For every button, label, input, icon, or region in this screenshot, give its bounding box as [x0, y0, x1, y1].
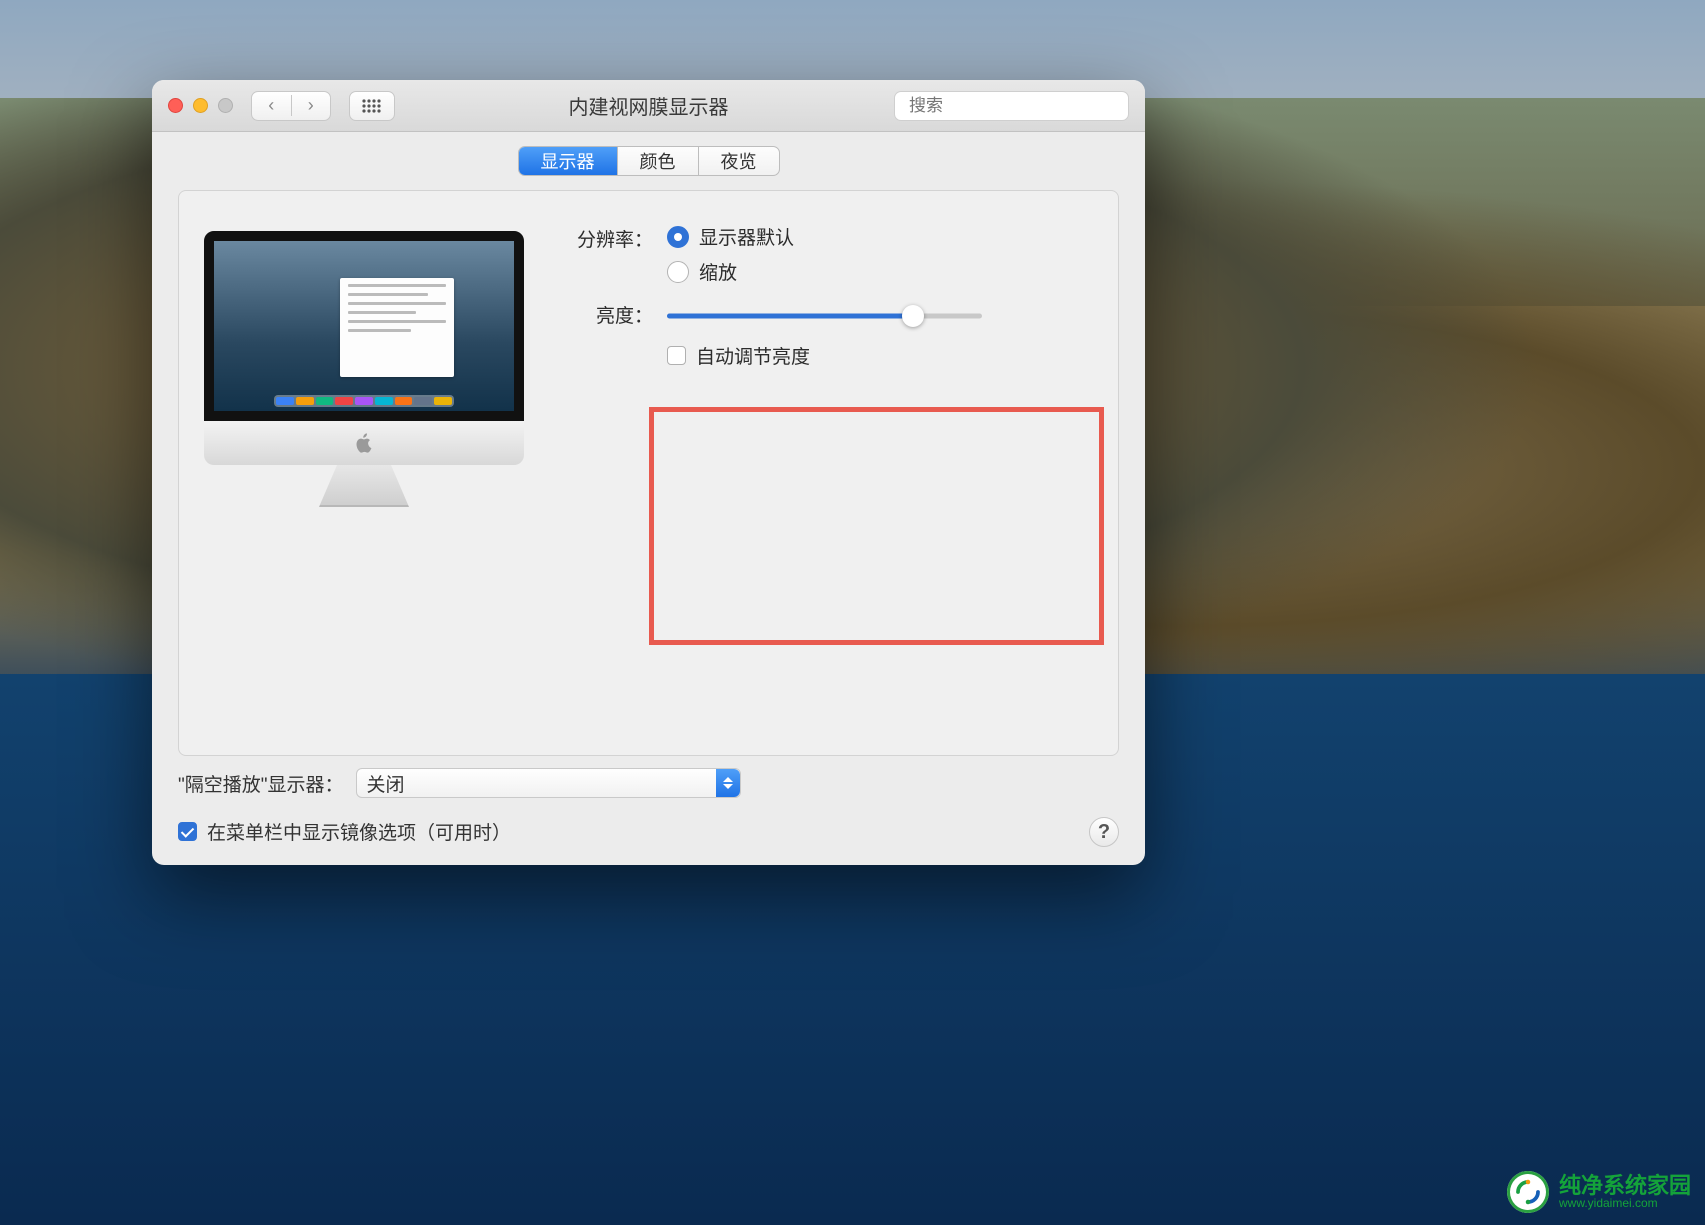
search-field[interactable] — [894, 91, 1129, 121]
checkbox-icon — [667, 346, 686, 365]
checkbox-icon — [178, 822, 197, 841]
watermark-logo-icon — [1507, 1171, 1549, 1213]
forward-button[interactable]: › — [291, 95, 331, 116]
tab-bar: 显示器 颜色 夜览 — [518, 146, 780, 176]
airplay-label: "隔空播放"显示器： — [178, 770, 344, 797]
search-input[interactable] — [909, 96, 1130, 116]
tab-night-shift[interactable]: 夜览 — [698, 147, 779, 175]
tab-display[interactable]: 显示器 — [519, 147, 617, 175]
brightness-label: 亮度： — [569, 299, 667, 328]
resolution-scaled-radio[interactable]: 缩放 — [667, 258, 794, 285]
watermark-name: 纯净系统家园 — [1559, 1175, 1691, 1197]
resolution-default-radio[interactable]: 显示器默认 — [667, 223, 794, 250]
show-all-button[interactable] — [349, 91, 395, 121]
zoom-button — [218, 98, 233, 113]
monitor-preview — [199, 231, 529, 735]
checkbox-label: 在菜单栏中显示镜像选项（可用时） — [207, 818, 511, 845]
help-icon: ? — [1098, 821, 1110, 844]
show-mirror-options-checkbox[interactable]: 在菜单栏中显示镜像选项（可用时） — [178, 818, 511, 845]
minimize-button[interactable] — [193, 98, 208, 113]
bottom-area: "隔空播放"显示器： 关闭 在菜单栏中显示镜像选项（可用时） — [152, 756, 1145, 865]
radio-label: 显示器默认 — [699, 223, 794, 250]
slider-thumb-icon[interactable] — [902, 305, 924, 327]
radio-dot-icon — [667, 261, 689, 283]
window-controls — [168, 98, 233, 113]
brightness-slider[interactable] — [667, 306, 982, 326]
radio-dot-icon — [667, 226, 689, 248]
stepper-arrows-icon — [716, 769, 740, 797]
radio-label: 缩放 — [699, 258, 737, 285]
back-button[interactable]: ‹ — [252, 95, 291, 116]
select-value: 关闭 — [367, 770, 405, 797]
watermark: 纯净系统家园 www.yidaimei.com — [1507, 1171, 1691, 1213]
help-button[interactable]: ? — [1089, 817, 1119, 847]
dock-preview-icon — [274, 395, 454, 407]
grid-icon — [362, 99, 382, 113]
apple-logo-icon — [353, 432, 375, 454]
airplay-select[interactable]: 关闭 — [356, 768, 741, 798]
system-preferences-window: ‹ › 内建视网膜显示器 显示器 颜色 夜览 — [152, 80, 1145, 865]
resolution-label: 分辨率： — [569, 223, 667, 252]
tab-color[interactable]: 颜色 — [617, 147, 698, 175]
close-button[interactable] — [168, 98, 183, 113]
watermark-url: www.yidaimei.com — [1559, 1197, 1691, 1209]
chevron-left-icon: ‹ — [268, 95, 274, 116]
nav-back-forward: ‹ › — [251, 91, 331, 121]
titlebar: ‹ › 内建视网膜显示器 — [152, 80, 1145, 132]
chevron-right-icon: › — [308, 95, 314, 116]
display-panel: 分辨率： 显示器默认 缩放 亮度： — [178, 190, 1119, 756]
auto-brightness-checkbox[interactable]: 自动调节亮度 — [667, 342, 1098, 369]
checkbox-label: 自动调节亮度 — [696, 342, 810, 369]
annotation-highlight — [649, 407, 1104, 645]
